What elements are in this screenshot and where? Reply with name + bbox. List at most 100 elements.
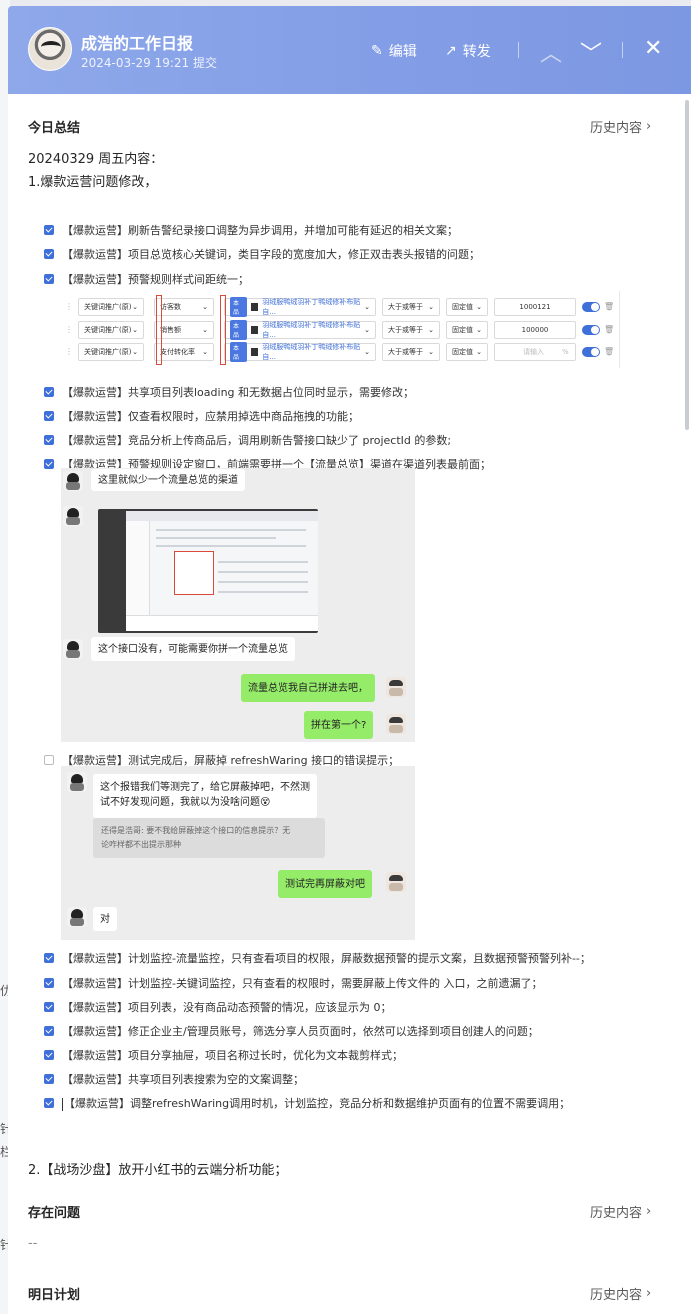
rule-toggle[interactable] bbox=[582, 324, 600, 335]
rule-field: 关键词推广(原) ⌄ bbox=[78, 342, 144, 361]
rule-operator: 大于或等于 ⌄ bbox=[382, 342, 440, 361]
avatar bbox=[63, 506, 83, 526]
rule-field: 关键词推广(原) ⌄ bbox=[78, 297, 144, 316]
task-text: 【爆款运营】项目总览核心关键词，类目字段的宽度加大，修正双击表头报错的问题； bbox=[62, 248, 480, 261]
checkbox-checked[interactable] bbox=[44, 387, 54, 397]
date-line: 20240329 周五内容： bbox=[28, 152, 164, 167]
avatar bbox=[67, 772, 87, 792]
highlight-box bbox=[220, 295, 226, 365]
chevron-right-icon: › bbox=[646, 1204, 652, 1219]
checkbox-checked[interactable] bbox=[44, 274, 54, 284]
task-item: 【爆款运营】预警规则样式间距统一； bbox=[44, 271, 249, 287]
checkbox-checked[interactable] bbox=[44, 978, 54, 988]
task-text: 【爆款运营】调整refreshWaring调用时机，计划监控，竞品分析和数据维护… bbox=[64, 1097, 571, 1110]
forward-label: 转发 bbox=[462, 44, 491, 60]
checkbox-checked[interactable] bbox=[44, 249, 54, 259]
history-label: 历史内容 bbox=[590, 1206, 643, 1221]
rule-target: 本品 羽绒服鸭绒羽补丁鸭绒修补布贴自... ⌄ bbox=[224, 319, 376, 340]
rule-row: ⋮ 关键词推广(原) ⌄ 访客数 ⌄ 本品 羽绒服鸭绒羽补丁鸭绒修补布贴自... ⌄ 大… bbox=[60, 296, 614, 317]
checkbox-checked[interactable] bbox=[44, 1098, 54, 1108]
plan-title: 明日计划 bbox=[28, 1288, 81, 1303]
edit-label: 编辑 bbox=[388, 44, 417, 60]
task-text: 【爆款运营】项目分享抽屉，项目名称过长时，优化为文本裁剪样式； bbox=[62, 1049, 403, 1062]
task-item: 【爆款运营】项目总览核心关键词，类目字段的宽度加大，修正双击表头报错的问题； bbox=[44, 246, 480, 262]
summary-item-1: 1.爆款运营问题修改， bbox=[28, 175, 158, 190]
task-item: 【爆款运营】竞品分析上传商品后，调用刷新告警接口缺少了 projectId 的参… bbox=[44, 432, 451, 448]
chevron-down-icon[interactable]: ﹀ bbox=[580, 36, 602, 68]
checkbox-checked[interactable] bbox=[44, 411, 54, 421]
rule-metric: 访客数 ⌄ bbox=[154, 297, 214, 316]
task-text: 【爆款运营】共享项目列表loading 和无数据占位同时显示，需要修改； bbox=[62, 386, 415, 399]
task-item: 【爆款运营】项目分享抽屉，项目名称过长时，优化为文本裁剪样式； bbox=[44, 1047, 403, 1063]
checkbox-checked[interactable] bbox=[44, 1002, 54, 1012]
avatar bbox=[63, 471, 83, 491]
forward-button[interactable]: ↗ 转发 bbox=[445, 41, 491, 61]
rule-mode: 固定值 ⌄ bbox=[446, 297, 488, 316]
checkbox-checked[interactable] bbox=[44, 953, 54, 963]
rule-toggle[interactable] bbox=[582, 301, 600, 312]
checkbox-checked[interactable] bbox=[44, 225, 54, 235]
task-item: 【爆款运营】计划监控-关键词监控，只有查看的权限时，需要屏蔽上传文件的 入口，之… bbox=[44, 975, 542, 991]
task-text: 【爆款运营】计划监控-关键词监控，只有查看的权限时，需要屏蔽上传文件的 入口，之… bbox=[62, 977, 543, 990]
rule-target: 本品 羽绒服鸭绒羽补丁鸭绒修补布贴自... ⌄ bbox=[224, 296, 376, 317]
checkbox-checked[interactable] bbox=[44, 435, 54, 445]
chat-message: 对 bbox=[93, 907, 117, 931]
scrollbar-thumb[interactable] bbox=[685, 100, 689, 430]
report-header: 成浩的工作日报 2024-03-29 19:21 提交 ✎ 编辑 ↗ 转发 ︿ … bbox=[8, 6, 691, 94]
rule-metric: 支付转化率 ⌄ bbox=[154, 342, 214, 361]
checkbox-unchecked[interactable] bbox=[44, 755, 54, 765]
avatar bbox=[63, 639, 83, 659]
today-summary-title: 今日总结 bbox=[28, 121, 81, 136]
chat-message: 这里就似少一个流量总览的渠道 bbox=[91, 469, 245, 491]
rule-row: ⋮ 关键词推广(原) ⌄ 销售额 ⌄ 本品 羽绒服鸭绒羽补丁鸭绒修补布贴自... ⌄ 大… bbox=[60, 319, 614, 340]
rule-operator: 大于或等于 ⌄ bbox=[382, 320, 440, 339]
screenshot-image bbox=[98, 509, 318, 633]
text-cursor bbox=[62, 1097, 63, 1111]
report-title: 成浩的工作日报 bbox=[81, 34, 194, 53]
problems-history-link[interactable]: 历史内容 › bbox=[590, 1202, 651, 1221]
rule-field: 关键词推广(原) ⌄ bbox=[78, 320, 144, 339]
rule-mode: 固定值 ⌄ bbox=[446, 320, 488, 339]
plan-history-link[interactable]: 历史内容 › bbox=[590, 1284, 651, 1303]
history-label: 历史内容 bbox=[590, 1288, 643, 1303]
checkbox-checked[interactable] bbox=[44, 1074, 54, 1084]
task-item: 【爆款运营】刷新告警纪录接口调整为异步调用，并增加可能有延迟的相关文案； bbox=[44, 222, 458, 238]
avatar[interactable] bbox=[28, 27, 72, 71]
task-text: 【爆款运营】刷新告警纪录接口调整为异步调用，并增加可能有延迟的相关文案； bbox=[62, 224, 458, 237]
rule-row: ⋮ 关键词推广(原) ⌄ 支付转化率 ⌄ 本品 羽绒服鸭绒羽补丁鸭绒修补布贴自... ⌄… bbox=[60, 341, 614, 362]
task-item: 【爆款运营】调整refreshWaring调用时机，计划监控，竞品分析和数据维护… bbox=[44, 1095, 570, 1111]
trash-icon[interactable]: 🗑 bbox=[604, 347, 614, 356]
rule-mode: 固定值 ⌄ bbox=[446, 342, 488, 361]
forward-icon: ↗ bbox=[445, 43, 457, 59]
message-line: 这个报错我们等测完了，给它屏蔽掉吧，不然测 bbox=[100, 782, 310, 793]
rule-metric: 销售额 ⌄ bbox=[154, 320, 214, 339]
warning-rules-screenshot: ⋮ 关键词推广(原) ⌄ 访客数 ⌄ 本品 羽绒服鸭绒羽补丁鸭绒修补布贴自... ⌄ 大… bbox=[60, 291, 620, 368]
chevron-up-icon[interactable]: ︿ bbox=[540, 36, 562, 68]
checkbox-checked[interactable] bbox=[44, 459, 54, 469]
trash-icon[interactable]: 🗑 bbox=[604, 302, 614, 311]
problems-title: 存在问题 bbox=[28, 1206, 81, 1221]
checkbox-checked[interactable] bbox=[44, 1050, 54, 1060]
trash-icon[interactable]: 🗑 bbox=[604, 325, 614, 334]
divider bbox=[622, 42, 623, 58]
rule-toggle[interactable] bbox=[582, 346, 600, 357]
task-item: 【爆款运营】共享项目列表loading 和无数据占位同时显示，需要修改； bbox=[44, 384, 414, 400]
rule-value[interactable]: 1000121 bbox=[494, 297, 576, 316]
edit-button[interactable]: ✎ 编辑 bbox=[371, 41, 417, 61]
avatar bbox=[67, 907, 87, 927]
today-history-link[interactable]: 历史内容 › bbox=[590, 117, 651, 136]
task-text: 【爆款运营】计划监控-流量监控，只有查看项目的权限，屏蔽数据预警的提示文案，且数… bbox=[62, 952, 591, 965]
quote-line: 还得是浩哥: 要不我给屏蔽掉这个接口的信息提示？无 bbox=[101, 826, 291, 835]
drag-handle-icon: ⋮ bbox=[65, 347, 73, 356]
divider bbox=[518, 42, 519, 58]
problems-content: -- bbox=[28, 1236, 38, 1251]
task-text: 【爆款运营】共享项目列表搜索为空的文案调整； bbox=[62, 1073, 304, 1086]
chat-reply: 测试完再屏蔽对吧 bbox=[278, 870, 372, 898]
rule-value[interactable]: 100000 bbox=[494, 320, 576, 339]
rule-value-input[interactable]: 请输入% bbox=[494, 342, 576, 361]
chat-reply: 流量总览我自己拼进去吧， bbox=[241, 674, 375, 702]
close-icon[interactable]: ✕ bbox=[644, 36, 662, 61]
submit-time: 2024-03-29 19:21 提交 bbox=[81, 56, 217, 70]
checkbox-checked[interactable] bbox=[44, 1026, 54, 1036]
daily-report-panel: 成浩的工作日报 2024-03-29 19:21 提交 ✎ 编辑 ↗ 转发 ︿ … bbox=[8, 6, 691, 1314]
